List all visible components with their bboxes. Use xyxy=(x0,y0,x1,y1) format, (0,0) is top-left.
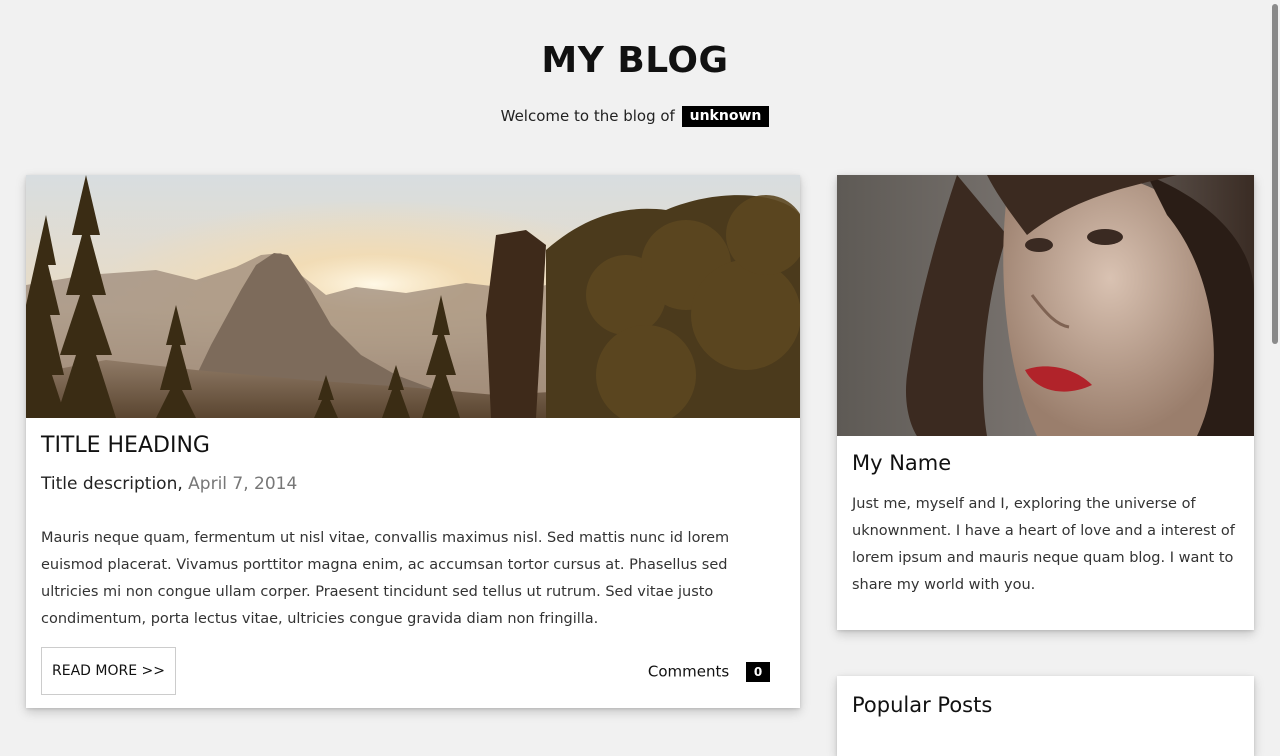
tagline: Welcome to the blog of unknown xyxy=(0,106,1270,127)
profile-card: My Name Just me, myself and I, exploring… xyxy=(837,175,1254,630)
page-scrollbar[interactable] xyxy=(1270,0,1280,720)
tagline-text: Welcome to the blog of xyxy=(500,107,675,125)
profile-portrait-image xyxy=(837,175,1254,436)
post-title[interactable]: TITLE HEADING xyxy=(41,433,210,458)
popular-posts-title: Popular Posts xyxy=(852,693,993,717)
post-body: Mauris neque quam, fermentum ut nisl vit… xyxy=(41,530,730,627)
popular-posts-card: Popular Posts xyxy=(837,676,1254,756)
post-date: April 7, 2014 xyxy=(188,474,298,494)
read-more-button[interactable]: READ MORE >> xyxy=(41,647,176,695)
site-title: MY BLOG xyxy=(541,40,729,81)
comments-link[interactable]: Comments 0 xyxy=(648,662,770,682)
scrollbar-thumb[interactable] xyxy=(1272,4,1278,344)
post-card: TITLE HEADING Title description, April 7… xyxy=(26,175,800,708)
post-description: Title description, xyxy=(41,474,183,494)
profile-bio: Just me, myself and I, exploring the uni… xyxy=(852,496,1235,593)
author-tag: unknown xyxy=(681,106,770,127)
comments-label: Comments xyxy=(647,662,730,681)
profile-name: My Name xyxy=(852,451,952,475)
post-hero-image xyxy=(26,175,800,418)
post-subtitle: Title description, April 7, 2014 xyxy=(41,474,297,494)
comments-count-badge: 0 xyxy=(746,662,770,682)
